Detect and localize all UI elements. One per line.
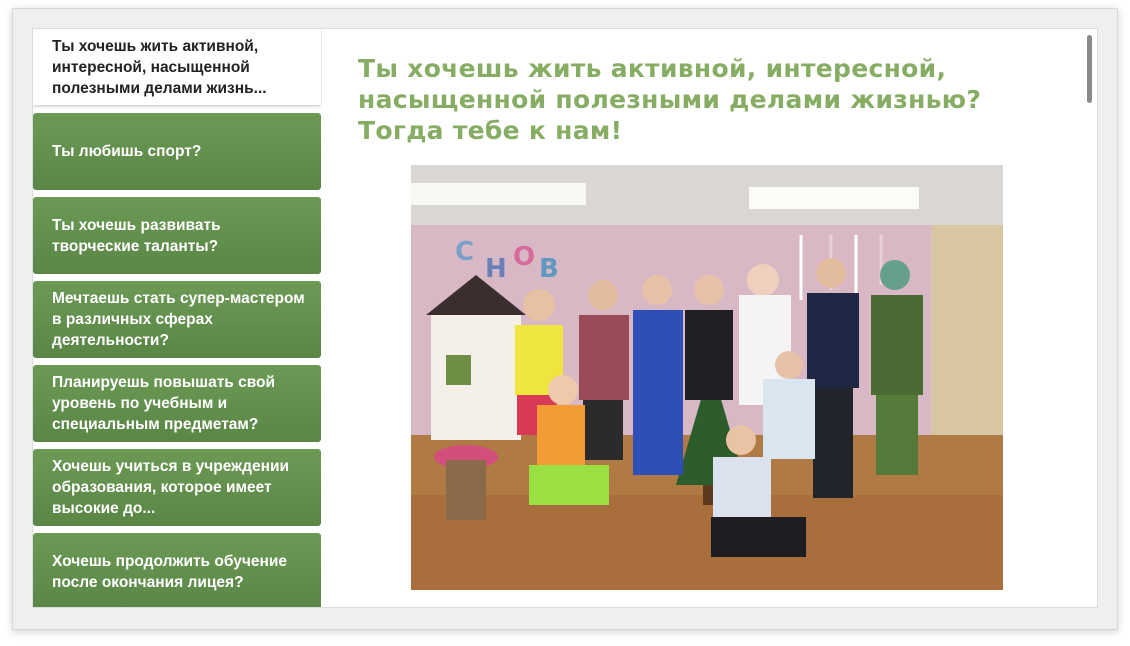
sidebar-item-continue-education[interactable]: Хочешь продолжить обучение после окончан… — [33, 533, 321, 607]
content-scrollbar[interactable] — [1087, 35, 1092, 103]
tabs-widget: Ты хочешь жить активной, интересной, нас… — [32, 28, 1098, 608]
svg-text:В: В — [539, 254, 559, 284]
sidebar-item-label: Хочешь продолжить обучение после окончан… — [52, 552, 287, 591]
sidebar-item-active-life[interactable]: Ты хочешь жить активной, интересной, нас… — [33, 29, 321, 105]
svg-text:С: С — [455, 237, 474, 267]
svg-text:Н: Н — [485, 254, 507, 284]
sidebar-item-creative-talents[interactable]: Ты хочешь развивать творческие таланты? — [33, 197, 321, 274]
sidebar-item-study-level[interactable]: Планируешь повышать свой уровень по учеб… — [33, 365, 321, 442]
sidebar-item-high-rating[interactable]: Хочешь учиться в учреждении образования,… — [33, 449, 321, 526]
sidebar-item-label: Планируешь повышать свой уровень по учеб… — [52, 374, 276, 433]
sidebar-item-label: Хочешь учиться в учреждении образования,… — [52, 458, 290, 517]
sidebar-item-label: Ты любишь спорт? — [52, 143, 202, 160]
sidebar-nav: Ты хочешь жить активной, интересной, нас… — [33, 29, 322, 607]
tab-content: Ты хочешь жить активной, интересной, нас… — [322, 29, 1097, 607]
content-headline: Ты хочешь жить активной, интересной, нас… — [358, 54, 982, 145]
sidebar-item-label: Ты хочешь жить активной, интересной, нас… — [52, 37, 267, 97]
group-photo: С Н О В — [411, 165, 1003, 590]
sidebar-item-label: Ты хочешь развивать творческие таланты? — [52, 216, 221, 255]
sidebar-item-sport[interactable]: Ты любишь спорт? — [33, 113, 321, 190]
sidebar-item-label: Мечтаешь стать супер-мастером в различны… — [52, 290, 305, 349]
sidebar-item-super-master[interactable]: Мечтаешь стать супер-мастером в различны… — [33, 281, 321, 358]
svg-text:О: О — [513, 242, 535, 272]
